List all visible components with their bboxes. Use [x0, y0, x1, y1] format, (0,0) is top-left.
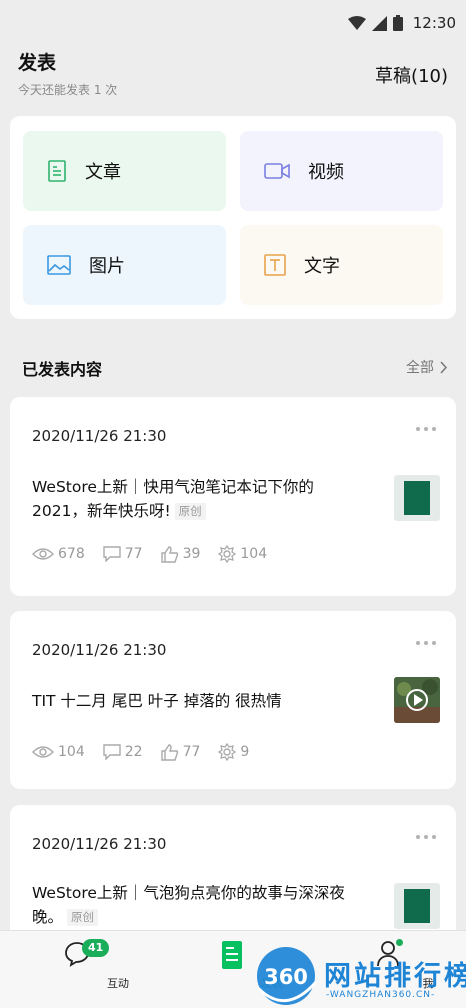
- original-badge: 原创: [174, 503, 206, 520]
- comments-stat: 77: [103, 546, 143, 562]
- watermark-title: 网站排行榜: [324, 961, 466, 992]
- interact-badge: 41: [82, 939, 110, 957]
- comments-stat: 22: [103, 744, 143, 760]
- comments-count: 22: [124, 744, 143, 760]
- comments-count: 77: [124, 546, 143, 562]
- thumbs-up-icon: [160, 743, 178, 761]
- post-title: WeStore上新｜气泡狗点亮你的故事与深深夜晚。 原创: [32, 881, 362, 929]
- drafts-button[interactable]: 草稿(10): [375, 62, 448, 88]
- likes-count: 39: [182, 546, 201, 562]
- post-time: 2020/11/26 21:30: [32, 835, 167, 853]
- post-title: TIT 十二月 尾巴 叶子 掉落的 很热情: [32, 692, 282, 710]
- view-all-label: 全部: [406, 360, 434, 376]
- views-stat: 678: [32, 546, 85, 562]
- chevron-right-icon: [440, 360, 448, 374]
- post-thumbnail: [394, 677, 440, 723]
- post-thumbnail: [394, 883, 440, 929]
- share-icon: [218, 545, 237, 563]
- publish-article-button[interactable]: 文章: [23, 131, 226, 211]
- eye-icon: [32, 548, 54, 560]
- more-options-icon[interactable]: [416, 427, 436, 431]
- publish-image-button[interactable]: 图片: [23, 225, 226, 305]
- post-title-text: WeStore上新｜快用气泡笔记本记下你的2021，新年快乐呀!: [32, 478, 314, 520]
- comment-icon: [103, 546, 121, 562]
- likes-count: 77: [182, 744, 201, 760]
- thumbs-up-icon: [160, 545, 178, 563]
- share-icon: [218, 743, 237, 761]
- publish-video-button[interactable]: 视频: [240, 131, 443, 211]
- signal-icon: [371, 15, 387, 31]
- post-stats: 678 77 39 104: [32, 545, 285, 563]
- more-options-icon[interactable]: [416, 641, 436, 645]
- views-count: 678: [58, 546, 85, 562]
- shares-count: 9: [240, 744, 250, 760]
- likes-stat: 77: [160, 743, 201, 761]
- publish-image-label: 图片: [89, 256, 125, 277]
- header: 发表 今天还能发表 1 次 草稿(10): [18, 48, 448, 108]
- publish-article-label: 文章: [85, 162, 121, 183]
- eye-icon: [32, 746, 54, 758]
- publish-panel: 文章 视频 图片 文字: [10, 116, 456, 319]
- post-card[interactable]: 2020/11/26 21:30 TIT 十二月 尾巴 叶子 掉落的 很热情 1…: [10, 611, 456, 789]
- notification-dot: [396, 939, 403, 946]
- watermark: 360 网站排行榜 -WANGZHAN360.CN-: [252, 946, 466, 1008]
- status-time: 12:30: [412, 14, 456, 32]
- post-time: 2020/11/26 21:30: [32, 427, 167, 445]
- status-icons: 12:30: [347, 14, 456, 32]
- publish-text-button[interactable]: 文字: [240, 225, 443, 305]
- image-icon: [47, 255, 71, 275]
- view-all-link[interactable]: 全部: [406, 357, 448, 377]
- original-badge: 原创: [67, 909, 99, 926]
- post-card[interactable]: 2020/11/26 21:30 WeStore上新｜快用气泡笔记本记下你的20…: [10, 397, 456, 596]
- more-options-icon[interactable]: [416, 835, 436, 839]
- tab-interact-label: 互动: [107, 977, 129, 990]
- likes-stat: 39: [160, 545, 201, 563]
- publish-video-label: 视频: [308, 162, 344, 183]
- views-stat: 104: [32, 744, 85, 760]
- text-icon: [264, 254, 286, 276]
- post-stats: 104 22 77 9: [32, 743, 267, 761]
- watermark-logo: 360: [256, 947, 318, 1005]
- comment-icon: [103, 744, 121, 760]
- status-bar: 12:30: [0, 0, 466, 48]
- article-icon: [48, 160, 66, 182]
- publish-doc-icon: [222, 941, 242, 969]
- post-title: WeStore上新｜快用气泡笔记本记下你的2021，新年快乐呀! 原创: [32, 475, 362, 523]
- post-thumbnail: [394, 475, 440, 521]
- published-section-title: 已发表内容: [22, 360, 103, 379]
- wifi-icon: [347, 15, 366, 30]
- tab-interact[interactable]: 41 互动: [38, 931, 129, 1008]
- shares-stat: 9: [218, 743, 249, 761]
- shares-stat: 104: [218, 545, 267, 563]
- video-icon: [264, 163, 290, 179]
- views-count: 104: [58, 744, 85, 760]
- publish-text-label: 文字: [304, 256, 340, 277]
- watermark-url: -WANGZHAN360.CN-: [326, 990, 436, 1000]
- shares-count: 104: [240, 546, 268, 562]
- video-thumbnail-image: [394, 677, 440, 723]
- post-time: 2020/11/26 21:30: [32, 641, 167, 659]
- battery-icon: [392, 15, 403, 31]
- svg-text:360: 360: [264, 965, 308, 989]
